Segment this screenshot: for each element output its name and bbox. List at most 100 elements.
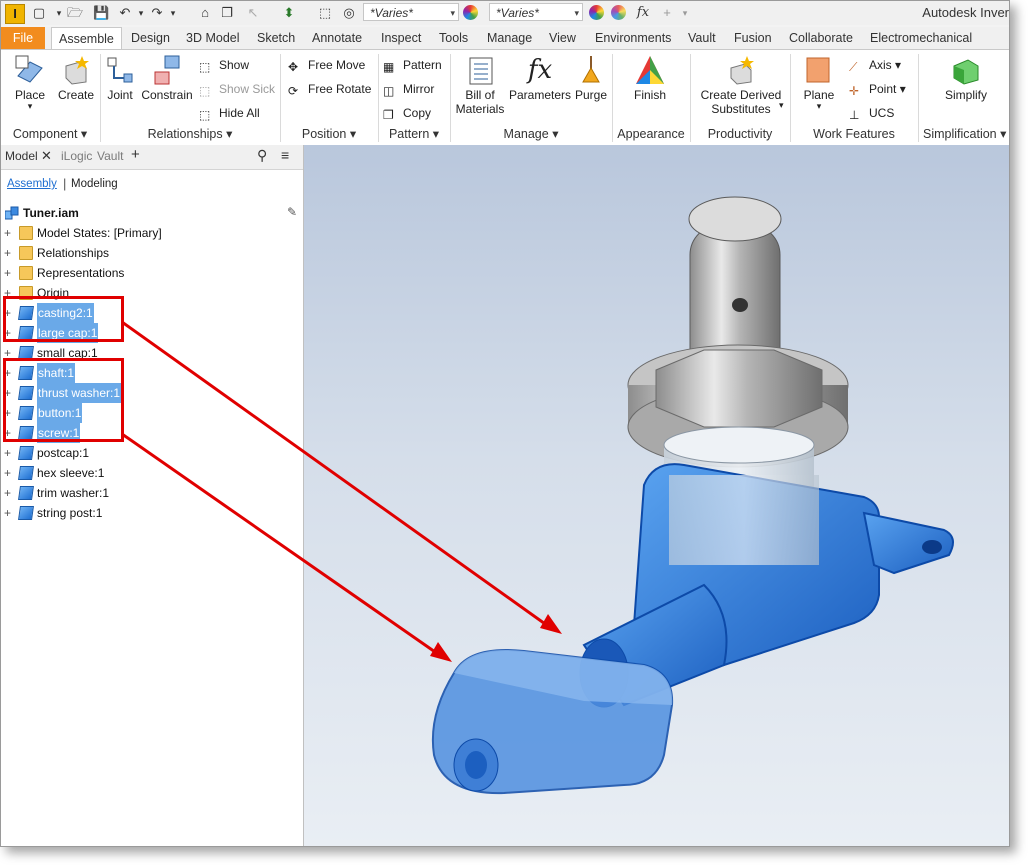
undo-dropdown-icon[interactable]: ▾ (133, 5, 149, 21)
panel-position[interactable]: Position ▾ (281, 125, 377, 143)
point-button[interactable]: ✛ Point ▾ (849, 80, 906, 98)
constrain-button[interactable]: Constrain (141, 54, 193, 102)
subtab-assembly[interactable]: Assembly (7, 178, 57, 190)
tab-ilogic[interactable]: iLogic (61, 149, 92, 163)
free-rotate-button[interactable]: ⟳ Free Rotate (288, 80, 371, 98)
place-icon (14, 54, 46, 86)
graphics-viewport[interactable] (304, 145, 1009, 846)
tab-fusion[interactable]: Fusion (727, 27, 779, 49)
pattern-button[interactable]: ▦ Pattern (383, 56, 442, 74)
expand-icon[interactable]: + (4, 483, 14, 503)
panel-appearance[interactable]: Appearance (613, 125, 689, 143)
tab-3d-model[interactable]: 3D Model (179, 27, 247, 49)
free-move-button[interactable]: ✥ Free Move (288, 56, 365, 74)
appearance-color-icon[interactable] (463, 5, 478, 20)
hide-all-button[interactable]: ⬚ Hide All (199, 104, 260, 122)
ucs-button[interactable]: ⊥ UCS (849, 104, 894, 122)
panel-work-features[interactable]: Work Features (791, 125, 917, 143)
tab-collaborate[interactable]: Collaborate (782, 27, 860, 49)
select-icon[interactable]: ↖ (245, 5, 261, 21)
panel-simplification[interactable]: Simplification ▾ (919, 125, 1009, 143)
panel-relationships[interactable]: Relationships ▾ (101, 125, 279, 143)
tab-inspect[interactable]: Inspect (374, 27, 428, 49)
home-icon[interactable]: ⌂ (197, 5, 213, 21)
constrain-label: Constrain (141, 88, 193, 102)
simplify-button[interactable]: Simplify (941, 54, 991, 102)
save-icon[interactable]: 💾 (93, 5, 109, 21)
panel-manage[interactable]: Manage ▾ (451, 125, 611, 143)
subtab-modeling[interactable]: Modeling (71, 178, 118, 190)
tab-manage[interactable]: Manage (480, 27, 539, 49)
parameters-button[interactable]: fx Parameters (509, 54, 571, 102)
tab-view[interactable]: View (542, 27, 583, 49)
open-folder-icon[interactable]: 🗁 (67, 5, 83, 21)
update-icon[interactable]: ⬍ (281, 5, 297, 21)
panel-pattern[interactable]: Pattern ▾ (379, 125, 449, 143)
search-icon[interactable]: ⚲ (257, 147, 267, 164)
panel-productivity[interactable]: Productivity (691, 125, 789, 143)
redo-icon[interactable]: ↷ (149, 5, 165, 21)
finish-button[interactable]: Finish (627, 54, 673, 102)
inventor-logo[interactable]: I (5, 4, 25, 24)
tab-model[interactable]: Model (5, 149, 38, 163)
tab-file[interactable]: File (1, 27, 45, 49)
expand-icon[interactable]: + (4, 243, 14, 263)
tab-environments[interactable]: Environments (588, 27, 678, 49)
expand-icon[interactable]: + (4, 443, 14, 463)
tab-design[interactable]: Design (124, 27, 177, 49)
measure-icon[interactable]: ⬚ (317, 5, 333, 21)
axis-button[interactable]: ⟋ Axis ▾ (849, 56, 901, 74)
tab-vault[interactable]: Vault (681, 27, 723, 49)
axis-icon: ⟋ (849, 60, 858, 74)
adjust-appearance-icon[interactable] (589, 5, 604, 20)
expand-icon[interactable]: + (4, 463, 14, 483)
tab-tools[interactable]: Tools (432, 27, 475, 49)
panel-pattern-label: Pattern (388, 127, 430, 141)
show-sick-button[interactable]: ⬚ Show Sick (199, 80, 275, 98)
parameters-fx-icon: fx (527, 55, 553, 85)
ucs-label: UCS (869, 106, 895, 120)
undo-icon[interactable]: ↶ (117, 5, 133, 21)
place-button[interactable]: Place ▾ (9, 54, 51, 111)
expand-icon[interactable]: + (4, 223, 14, 243)
bill-of-materials-button[interactable]: Bill of Materials (453, 54, 507, 116)
button-part[interactable] (431, 648, 674, 795)
material-combo[interactable]: *Varies* ▾ (489, 3, 583, 21)
joint-button[interactable]: Joint (103, 54, 137, 102)
tab-vault-browser[interactable]: Vault (97, 149, 123, 163)
appearance-combo[interactable]: *Varies* ▾ (363, 3, 459, 21)
tab-electromechanical[interactable]: Electromechanical (863, 27, 979, 49)
mirror-button[interactable]: ◫ Mirror (383, 80, 434, 98)
copy-label: Copy (403, 106, 432, 120)
close-icon[interactable]: ✕ (41, 148, 52, 164)
add-icon[interactable]: + (659, 5, 675, 21)
tab-annotate[interactable]: Annotate (305, 27, 369, 49)
create-button[interactable]: Create (55, 54, 97, 102)
purge-button[interactable]: Purge (573, 54, 609, 102)
redo-dropdown-icon[interactable]: ▾ (165, 5, 181, 21)
joint-icon (104, 54, 136, 86)
menu-icon[interactable]: ≡ (281, 147, 289, 163)
browser-subtabs: Assembly | Modeling (1, 173, 303, 195)
chevron-down-icon: ▾ (450, 8, 455, 18)
add-tab-icon[interactable]: + (131, 146, 140, 163)
copy-button[interactable]: ❐ Copy (383, 104, 431, 122)
clear-appearance-icon[interactable] (611, 5, 626, 20)
subtab-divider: | (63, 176, 67, 191)
tab-sketch[interactable]: Sketch (250, 27, 302, 49)
material-ball-icon[interactable]: ◎ (341, 5, 357, 21)
show-button[interactable]: ⬚ Show (199, 56, 249, 74)
copy-view-icon[interactable]: ❐ (219, 5, 235, 21)
fx-icon[interactable]: fx (635, 5, 651, 21)
customize-dropdown-icon[interactable]: ▾ (677, 5, 693, 21)
new-dropdown-icon[interactable]: ▾ (51, 5, 67, 21)
chevron-down-icon[interactable]: ▾ (779, 100, 784, 111)
pencil-icon[interactable]: ✎ (287, 205, 297, 219)
plane-button[interactable]: Plane ▾ (799, 54, 839, 111)
create-derived-substitutes-button[interactable]: Create Derived Substitutes (697, 54, 785, 116)
expand-icon[interactable]: + (4, 503, 14, 523)
expand-icon[interactable]: + (4, 263, 14, 283)
panel-component[interactable]: Component ▾ (1, 125, 99, 143)
new-file-icon[interactable]: ▢ (31, 5, 47, 21)
tab-assemble[interactable]: Assemble (51, 27, 122, 50)
